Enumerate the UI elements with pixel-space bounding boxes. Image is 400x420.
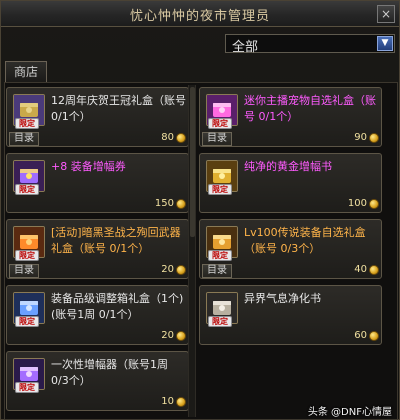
item-name: [活动]暗黑圣战之殉回武器礼盒（账号 0/1个）: [51, 226, 181, 255]
shop-item-card[interactable]: 限定 +8 装备增幅券 150: [6, 153, 189, 213]
shop-item-card[interactable]: 限定目录 12周年庆贺王冠礼盒（账号 0/1个） 80: [6, 87, 189, 147]
shop-item-card[interactable]: 限定目录 迷你主播宠物自选礼盒（账号 0/1个） 90: [199, 87, 382, 147]
item-price: 60: [354, 330, 367, 341]
coin-icon: [369, 265, 379, 275]
shop-item-card[interactable]: 限定 异界气息净化书 60: [199, 285, 382, 345]
item-price: 40: [354, 264, 367, 275]
scrollbar[interactable]: [188, 85, 196, 417]
item-price: 150: [154, 198, 174, 209]
coin-icon: [176, 397, 186, 407]
item-name: 12周年庆贺王冠礼盒（账号 0/1个）: [51, 94, 186, 123]
category-selected-value: 全部: [232, 40, 259, 55]
catalog-button[interactable]: 目录: [9, 132, 39, 146]
item-price: 100: [347, 198, 367, 209]
item-price: 80: [161, 132, 174, 143]
limited-tag: 限定: [15, 118, 39, 129]
item-name: +8 装备增幅券: [51, 160, 126, 173]
close-button[interactable]: ×: [377, 5, 395, 23]
watermark: 头条 @DNF心情屋: [307, 407, 392, 418]
item-price: 90: [354, 132, 367, 143]
coin-icon: [176, 133, 186, 143]
shop-item-card[interactable]: 限定 纯净的黄金增幅书 100: [199, 153, 382, 213]
scroll-thumb[interactable]: [190, 87, 195, 237]
chevron-down-icon[interactable]: ▼: [377, 36, 393, 51]
limited-tag: 限定: [15, 382, 39, 393]
limited-tag: 限定: [208, 118, 232, 129]
category-dropdown[interactable]: 全部 ▼: [225, 34, 395, 55]
item-price: 20: [161, 264, 174, 275]
coin-icon: [369, 199, 379, 209]
shop-window: 忧心忡忡的夜市管理员 × 全部 ▼ 商店 限定 目录 12周年庆贺王冠礼盒（账号 0…: [0, 0, 400, 420]
limited-tag: 限定: [208, 250, 232, 261]
limited-tag: 限定: [15, 250, 39, 261]
item-name: 装备品级调整箱礼盒（1个)(账号1周 0/1个）: [51, 292, 184, 321]
shop-item-card[interactable]: 限定 装备品级调整箱礼盒（1个)(账号1周 0/1个） 20: [6, 285, 189, 345]
item-price: 10: [161, 396, 174, 407]
item-name: 异界气息净化书: [244, 292, 321, 305]
limited-tag: 限定: [208, 316, 232, 327]
catalog-button[interactable]: 目录: [202, 264, 232, 278]
coin-icon: [176, 331, 186, 341]
limited-tag: 限定: [15, 184, 39, 195]
shop-item-card[interactable]: 限定目录 [活动]暗黑圣战之殉回武器礼盒（账号 0/1个） 20: [6, 219, 189, 279]
window-title: 忧心忡忡的夜市管理员: [129, 9, 270, 24]
coin-icon: [369, 331, 379, 341]
item-name: 迷你主播宠物自选礼盒（账号 0/1个）: [244, 94, 376, 123]
item-name: Lv100传说装备自选礼盒（账号 0/3个）: [244, 226, 366, 255]
shop-item-card[interactable]: 限定目录 Lv100传说装备自选礼盒（账号 0/3个） 40: [199, 219, 382, 279]
catalog-button[interactable]: 目录: [202, 132, 232, 146]
title-bar[interactable]: 忧心忡忡的夜市管理员 ×: [1, 1, 399, 27]
tab-shop[interactable]: 商店: [5, 61, 47, 82]
limited-tag: 限定: [15, 316, 39, 327]
coin-icon: [176, 265, 186, 275]
item-name: 纯净的黄金增幅书: [244, 160, 332, 173]
coin-icon: [176, 199, 186, 209]
coin-icon: [369, 133, 379, 143]
limited-tag: 限定: [208, 184, 232, 195]
item-price: 20: [161, 330, 174, 341]
shop-item-card[interactable]: 限定 一次性增幅器（账号1周 0/3个） 10: [6, 351, 189, 411]
catalog-button[interactable]: 目录: [9, 264, 39, 278]
item-name: 一次性增幅器（账号1周 0/3个）: [51, 358, 168, 387]
